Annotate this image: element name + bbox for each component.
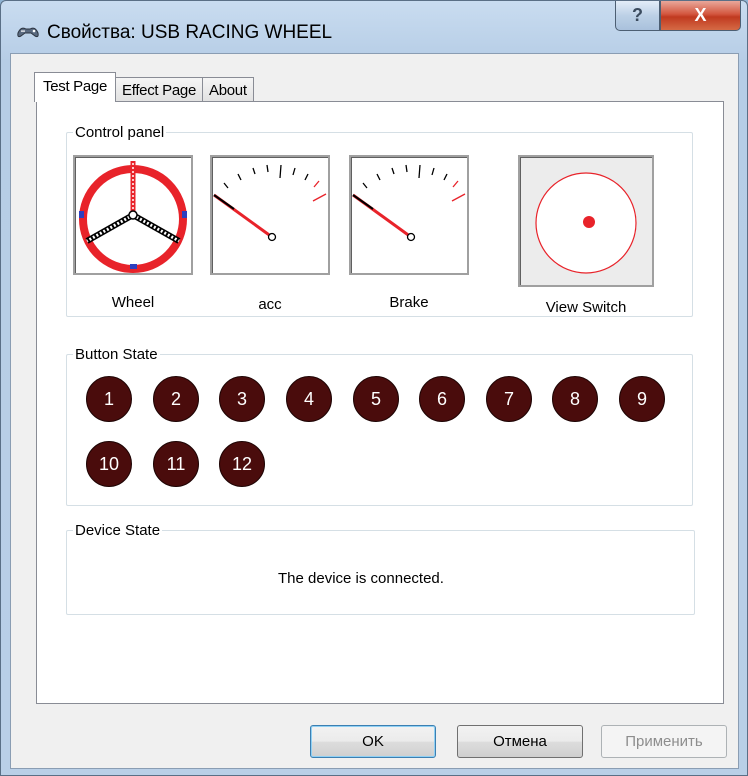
button-indicator-12: 12 [219,441,265,487]
window-title: Свойства: USB RACING WHEEL [47,22,333,43]
view-switch-indicator [518,155,654,287]
tab-strip: Test Page Effect Page About [34,72,254,102]
ok-button[interactable]: OK [310,725,436,758]
view-switch-label: View Switch [545,299,627,316]
apply-button[interactable]: Применить [601,725,727,758]
control-panel-legend: Control panel [75,124,165,141]
dialog-client-area: Test Page Effect Page About Control pane… [10,53,739,769]
wheel-label: Wheel [111,294,155,311]
properties-window: Свойства: USB RACING WHEEL ? X Test Page… [0,0,748,776]
wheel-indicator [73,155,193,275]
button-indicator-11: 11 [153,441,199,487]
device-state-legend: Device State [75,522,161,539]
button-state-legend: Button State [75,346,158,363]
button-indicator-6: 6 [419,376,465,422]
button-indicator-4: 4 [286,376,332,422]
brake-gauge [349,155,469,275]
device-status-message: The device is connected. [278,570,444,587]
button-state-group: Button State [66,346,693,506]
button-indicator-2: 2 [153,376,199,422]
button-indicator-5: 5 [353,376,399,422]
button-indicator-1: 1 [86,376,132,422]
acc-label: acc [258,296,282,313]
gamepad-icon [15,23,41,41]
title-bar[interactable]: Свойства: USB RACING WHEEL ? X [1,1,747,53]
tab-effect-page[interactable]: Effect Page [115,77,203,102]
tab-test-page[interactable]: Test Page [34,72,117,102]
button-indicator-3: 3 [219,376,265,422]
cancel-button[interactable]: Отмена [457,725,583,758]
test-page-panel: Control panel Wheel acc Brake View Switc… [36,101,724,704]
help-button[interactable]: ? [615,1,660,31]
acc-gauge [210,155,330,275]
button-indicator-7: 7 [486,376,532,422]
brake-label: Brake [389,294,429,311]
button-indicator-9: 9 [619,376,665,422]
device-state-group: Device State [66,522,695,615]
button-indicator-10: 10 [86,441,132,487]
tab-about[interactable]: About [202,77,254,102]
close-button[interactable]: X [660,1,741,31]
button-indicator-8: 8 [552,376,598,422]
